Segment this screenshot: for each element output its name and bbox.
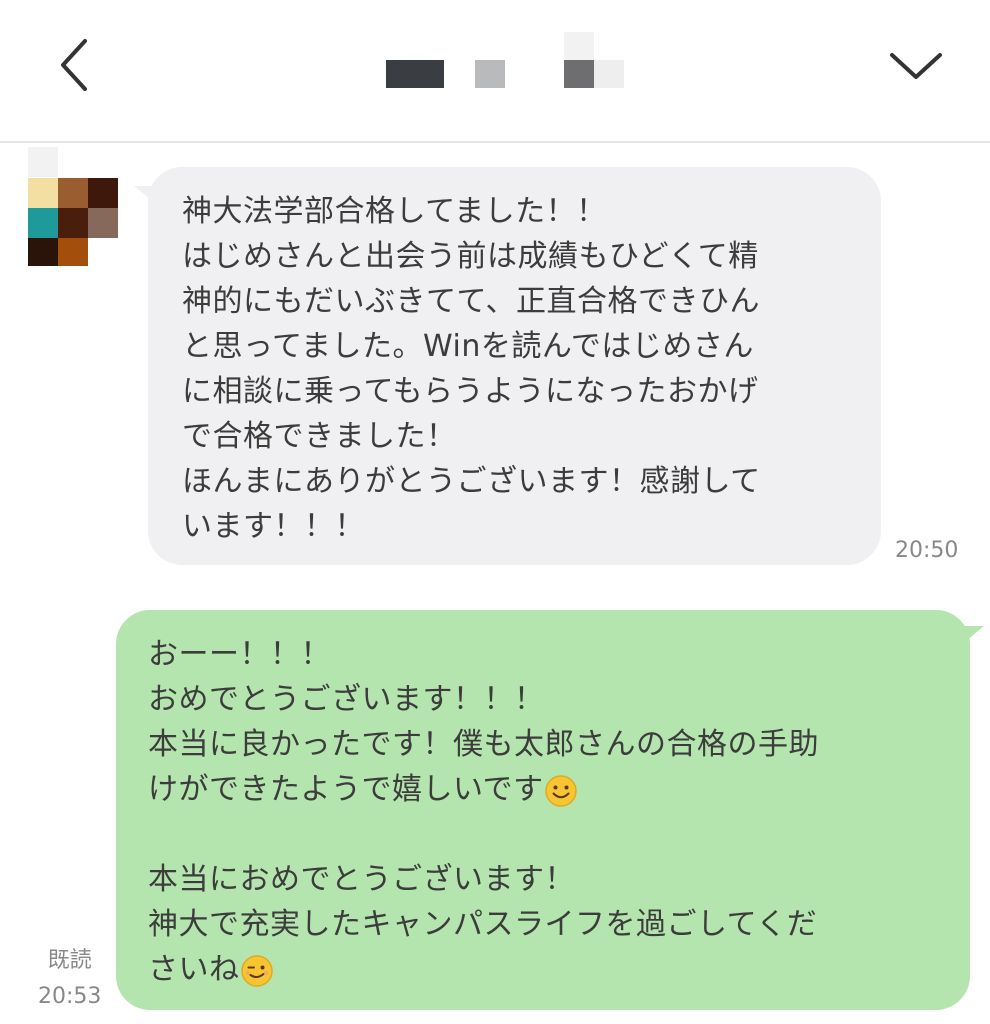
contact-name-obscured — [380, 30, 640, 94]
incoming-timestamp: 20:50 — [895, 538, 959, 563]
message-line: ほんまにありがとうございます！感謝して — [182, 464, 761, 499]
winking-face-emoji — [240, 954, 273, 987]
read-label: 既読 — [47, 948, 92, 973]
message-line: 本当に良かったです！僕も太郎さんの合格の手助 — [148, 727, 819, 762]
message-line: はじめさんと出会う前は成績もひどくて精 — [182, 239, 759, 274]
message-line: います！！！ — [182, 509, 365, 544]
incoming-message-bubble[interactable]: 神大法学部合格してました！！ はじめさんと出会う前は成績もひどくて精 神的にもだ… — [148, 167, 881, 565]
outgoing-timestamp: 20:53 — [38, 984, 102, 1009]
message-text: けができたようで嬉しいです — [148, 772, 544, 807]
chevron-left-icon — [61, 39, 87, 91]
chat-header — [0, 0, 990, 143]
contact-avatar[interactable] — [28, 147, 120, 269]
back-button[interactable] — [40, 30, 110, 100]
message-line: 神的にもだいぶきてて、正直合格できひん — [182, 284, 760, 319]
message-line: おーー！！！ — [148, 637, 331, 672]
message-line: で合格できました！ — [182, 419, 457, 454]
read-receipt: 既読 20:53 — [38, 947, 101, 1011]
message-line: 本当におめでとうございます！ — [148, 862, 575, 897]
smiling-face-emoji — [544, 774, 577, 807]
message-line: と思ってました。Winを読んではじめさん — [182, 329, 754, 364]
message-line — [148, 812, 970, 857]
message-line-with-emoji: けができたようで嬉しいです — [148, 767, 970, 812]
message-text: さいね — [148, 952, 240, 987]
message-line: に相談に乗ってもらうようになったおかげ — [182, 374, 759, 409]
message-line: 神大法学部合格してました！！ — [182, 194, 607, 229]
message-line-with-emoji: さいね — [148, 947, 970, 992]
menu-toggle-button[interactable] — [878, 35, 954, 95]
outgoing-message-bubble[interactable]: おーー！！！ おめでとうございます！！！ 本当に良かったです！僕も太郎さんの合格… — [116, 610, 970, 1010]
message-line: おめでとうございます！！！ — [148, 682, 545, 717]
message-line: 神大で充実したキャンパスライフを過ごしてくだ — [148, 907, 818, 942]
chevron-down-icon — [890, 53, 942, 79]
